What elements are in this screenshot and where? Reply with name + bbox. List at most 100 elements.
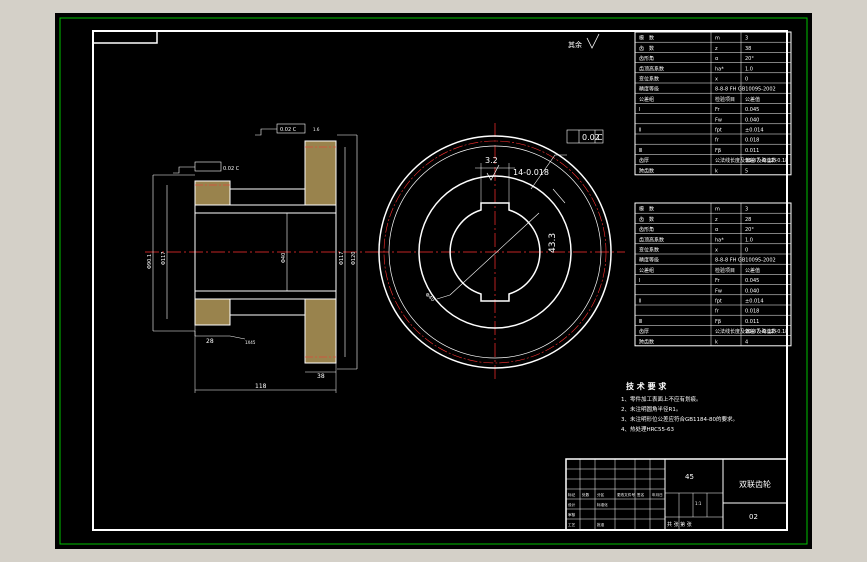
table-cell: Fr xyxy=(715,278,721,284)
table-cell: m xyxy=(715,36,720,42)
sheet-outer-frame xyxy=(59,17,808,545)
table-cell: k xyxy=(715,168,718,174)
title-block-label: 签名 xyxy=(637,492,645,497)
table-cell: Fβ xyxy=(715,319,721,325)
table-cell: ha* xyxy=(715,237,724,243)
table-cell: 齿形角 xyxy=(639,226,654,233)
table-cell: Fw xyxy=(715,288,722,294)
side-rough-note: 1.6 xyxy=(313,127,320,132)
table-cell: z xyxy=(715,46,718,52)
dim-key-depth: 43.3 xyxy=(548,233,558,253)
table-cell: 0.040 xyxy=(745,288,759,294)
title-drawing-no: 02 xyxy=(749,513,758,521)
table-cell: 齿厚 xyxy=(639,329,649,335)
title-block-label: 审核 xyxy=(568,512,576,517)
table-cell: Ⅱ xyxy=(639,299,641,305)
table-cell: 变位系数 xyxy=(639,76,659,83)
front-view xyxy=(375,123,625,381)
table-cell: 0.018 xyxy=(745,309,759,315)
dim-bore-front: Φ40 xyxy=(424,292,436,303)
table-cell: 公差组 xyxy=(639,267,654,274)
drawing-viewport[interactable]: 0.02 C 0.02 C 118 38 28 1X45 Φ90.1 Φ117 … xyxy=(55,13,812,549)
table-cell: 公差值 xyxy=(745,96,760,103)
dim-chamfer: 1X45 xyxy=(245,340,256,345)
roughness-other-icon xyxy=(586,33,600,49)
table-cell: 4 xyxy=(745,339,748,345)
table-cell: Ⅲ xyxy=(639,148,642,154)
table-cell: Fβ xyxy=(715,148,721,154)
table-cell: k xyxy=(715,339,718,345)
title-block-label: 处数 xyxy=(582,492,590,497)
cad-application: 0.02 C 0.02 C 118 38 28 1X45 Φ90.1 Φ117 … xyxy=(0,0,867,562)
title-part-name: 双联齿轮 xyxy=(739,479,771,489)
table-cell: 8-8-8 FH GB10095-2002 xyxy=(715,258,776,264)
table-cell: x xyxy=(715,77,718,83)
table-cell: m xyxy=(715,207,720,213)
table-cell: 公差组 xyxy=(639,96,654,103)
tech-req-item-1: 1、零件加工表面上不应有划痕。 xyxy=(621,395,702,403)
table-cell: 5 xyxy=(745,168,748,174)
tech-req-title: 技 术 要 求 xyxy=(626,381,667,391)
table-cell: 0.045 xyxy=(745,278,759,284)
table-cell: fr xyxy=(715,309,720,315)
title-block-label: 更改文件号 xyxy=(617,492,635,497)
table-cell: 模 数 xyxy=(639,35,654,42)
gear-params-table-1: 模 数 m 3 齿 数 z 38 齿形角 α 20° 齿顶高系数 ha* 1.0 变位系数 x 0 精度等级 8… xyxy=(634,31,792,176)
table-cell: 1.0 xyxy=(745,237,753,243)
tol-frame-left: 0.02 C xyxy=(223,166,240,172)
dim-overall-length: 118 xyxy=(255,383,267,390)
table-cell: 0.045 xyxy=(745,107,759,113)
table-cell: 变位系数 xyxy=(639,247,659,254)
table-cell: Ⅰ xyxy=(639,278,640,284)
table-cell: 齿顶高系数 xyxy=(639,65,664,72)
table-cell: 精度等级 xyxy=(639,257,659,264)
table-cell: 20° xyxy=(745,227,754,233)
table-cell: ha* xyxy=(715,66,724,72)
title-footer: 共 张 第 张 xyxy=(667,521,692,528)
table-cell: 0.011 xyxy=(745,319,759,325)
dim-keywidth: 14-0.018 xyxy=(513,168,549,177)
gear-params-table-2: 模 数 m 3 齿 数 z 28 齿形角 α 20° 齿顶高系数 ha* 1.0 变位系数 x 0 精度等级 8… xyxy=(634,202,792,347)
table-cell: 28 xyxy=(745,217,751,223)
title-block-label: 标准化 xyxy=(597,502,608,507)
table-cell: ±0.014 xyxy=(745,128,764,134)
roughness-other-note: 其余 xyxy=(568,40,582,49)
table-cell: 3 xyxy=(745,36,748,42)
table-cell: 0.018 xyxy=(745,138,759,144)
table-cell: 公差值 xyxy=(745,267,760,274)
technical-requirements: 技 术 要 求 1、零件加工表面上不应有划痕。 2、未注明圆角半径R1。 3、未… xyxy=(621,381,738,433)
title-block-label: 标记 xyxy=(568,492,576,497)
title-block-label: 设计 xyxy=(568,502,576,507)
dim-width-left: 28 xyxy=(206,338,214,345)
table-cell: 33.37 -0.12 -0.18 xyxy=(745,158,788,164)
table-cell: 检验项目 xyxy=(715,267,735,274)
title-block-label: 分区 xyxy=(597,492,605,497)
table-cell: fpt xyxy=(715,128,722,134)
table-cell: 20.37 -0.12 -0.18 xyxy=(745,329,788,335)
table-cell: 3 xyxy=(745,207,748,213)
table-cell: 0.040 xyxy=(745,117,759,123)
tol-frame-top: 0.02 C xyxy=(280,127,297,133)
table-cell: 0 xyxy=(745,77,748,83)
table-cell: Ⅰ xyxy=(639,107,640,113)
dim-width-right: 38 xyxy=(317,373,325,380)
table-cell: 检验项目 xyxy=(715,96,735,103)
table-cell: 跨齿数 xyxy=(639,338,654,345)
table-cell: 0.011 xyxy=(745,148,759,154)
title-block-label: 批准 xyxy=(597,522,605,527)
table-cell: z xyxy=(715,217,718,223)
table-cell: 模 数 xyxy=(639,206,654,213)
table-cell: 齿顶高系数 xyxy=(639,236,664,243)
table-cell: ±0.014 xyxy=(745,299,764,305)
table-cell: Fw xyxy=(715,117,722,123)
table-cell: x xyxy=(715,248,718,254)
table-cell: 20° xyxy=(745,56,754,62)
table-cell: Ⅱ xyxy=(639,128,641,134)
title-scale: 1:1 xyxy=(695,501,702,506)
table-cell: 0 xyxy=(745,248,748,254)
table-cell: 1.0 xyxy=(745,66,753,72)
tech-req-item-2: 2、未注明圆角半径R1。 xyxy=(621,405,681,413)
tech-req-item-3: 3、未注明形位公差应符合GB1184-80的要求。 xyxy=(621,415,738,423)
tech-req-item-4: 4、热处理HRC55-63 xyxy=(621,425,675,433)
title-block-label: 工艺 xyxy=(568,522,576,527)
